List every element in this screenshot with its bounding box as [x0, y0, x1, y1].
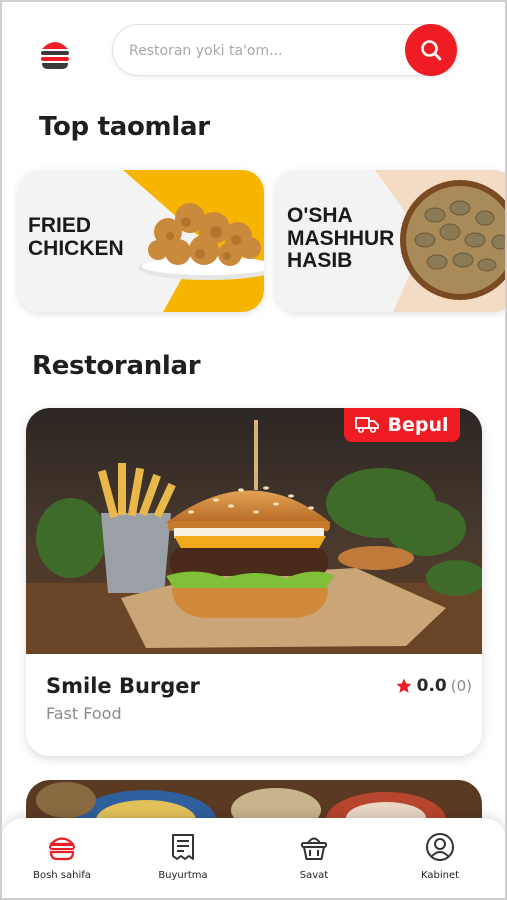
- search-bar: [112, 24, 458, 76]
- search-input[interactable]: [127, 39, 401, 63]
- basket-icon: [301, 837, 327, 860]
- nav-item-basket[interactable]: Savat: [269, 832, 359, 881]
- nav-item-orders[interactable]: Buyurtma: [138, 832, 228, 881]
- delivery-truck-icon: [355, 417, 380, 434]
- restaurant-rating: 0.0 (0): [395, 676, 472, 696]
- nav-label: Savat: [299, 870, 329, 881]
- restaurant-card-smile-burger[interactable]: Bepul Smile Burger Fast Food 0.0 (0): [26, 408, 482, 756]
- app-logo-burger-icon[interactable]: [36, 34, 74, 72]
- receipt-icon: [172, 834, 194, 860]
- nav-item-profile[interactable]: Kabinet: [395, 832, 485, 881]
- top-food-card-hasib[interactable]: O'SHA MASHHUR HASIB: [275, 170, 507, 312]
- top-food-label: FRIED CHICKEN: [28, 214, 124, 260]
- user-icon: [426, 833, 454, 861]
- top-food-label: O'SHA MASHHUR HASIB: [287, 204, 395, 273]
- burger-icon: [49, 837, 75, 861]
- rating-count: (0): [450, 677, 472, 695]
- bottom-navigation: Bosh sahifa Buyurtma Savat Kabinet: [0, 818, 507, 900]
- free-delivery-label: Bepul: [387, 414, 449, 436]
- search-icon: [421, 40, 442, 61]
- section-title-top-foods: Top taomlar: [39, 112, 210, 142]
- top-food-card-fried-chicken[interactable]: FRIED CHICKEN: [18, 170, 264, 312]
- nav-item-home[interactable]: Bosh sahifa: [17, 832, 107, 881]
- nav-label: Kabinet: [420, 870, 460, 881]
- restaurant-category: Fast Food: [46, 704, 122, 723]
- free-delivery-badge: Bepul: [344, 408, 460, 442]
- rating-value: 0.0: [416, 676, 447, 696]
- nav-label: Bosh sahifa: [33, 870, 91, 881]
- nav-label: Buyurtma: [158, 870, 208, 881]
- section-title-restaurants: Restoranlar: [32, 351, 201, 381]
- restaurant-name: Smile Burger: [46, 674, 200, 698]
- star-icon: [396, 678, 412, 693]
- restaurant-burger-image: [26, 408, 482, 654]
- search-button[interactable]: [405, 24, 457, 76]
